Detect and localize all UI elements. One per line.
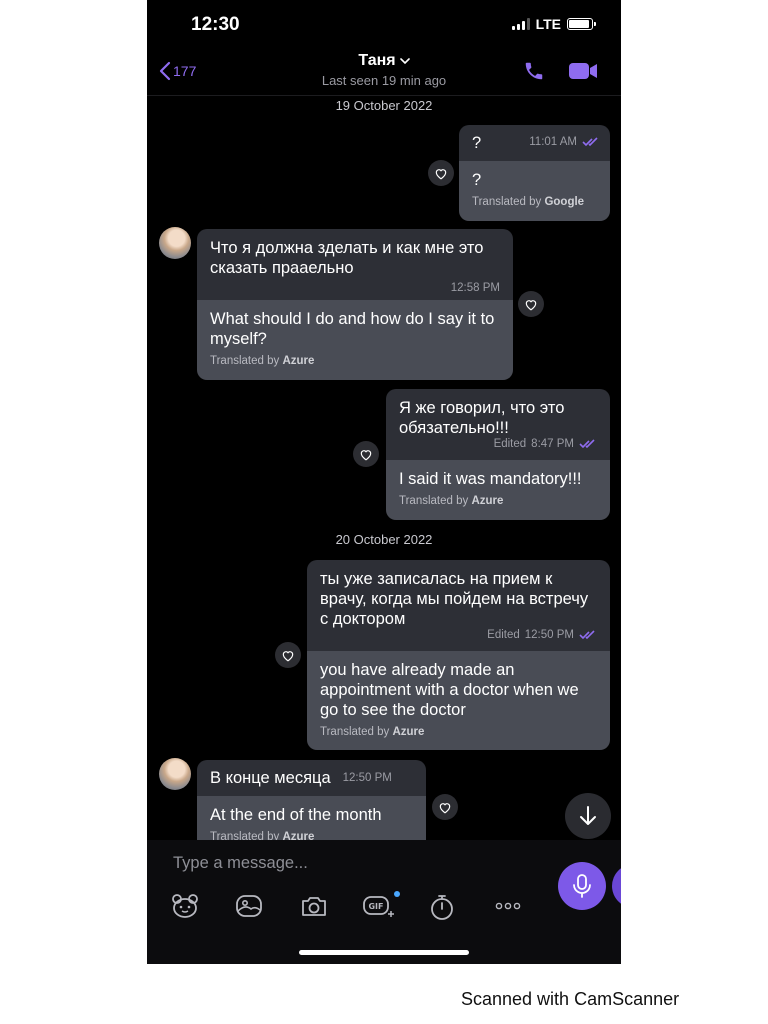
gallery-icon bbox=[236, 895, 262, 917]
heart-icon bbox=[360, 449, 372, 460]
message-time: 8:47 PM bbox=[531, 438, 574, 450]
message-original: ты уже записалась на прием к врачу, когд… bbox=[307, 560, 610, 651]
edited-label: Edited bbox=[493, 438, 527, 450]
last-seen: Last seen 19 min ago bbox=[321, 73, 447, 88]
video-camera-icon bbox=[569, 63, 597, 79]
message-time: 12:50 PM bbox=[342, 772, 392, 784]
scroll-to-bottom-button[interactable] bbox=[565, 793, 611, 839]
message-bubble-incoming[interactable]: В конце месяца 12:50 PM At the end of th… bbox=[197, 760, 426, 840]
like-button[interactable] bbox=[353, 441, 379, 467]
like-button[interactable] bbox=[432, 794, 458, 820]
avatar[interactable] bbox=[159, 758, 191, 790]
voice-message-button[interactable] bbox=[558, 862, 606, 910]
battery-icon bbox=[567, 18, 596, 30]
translated-by: Translated by Azure bbox=[210, 355, 315, 367]
message-time: 12:50 PM bbox=[524, 629, 574, 641]
heart-icon bbox=[525, 299, 537, 310]
message-meta: 11:01 AM bbox=[529, 136, 600, 148]
sticker-icon bbox=[172, 894, 198, 918]
read-ticks-icon bbox=[582, 137, 598, 147]
more-icon bbox=[495, 902, 521, 910]
header-divider bbox=[147, 95, 621, 96]
signal-icon bbox=[511, 18, 530, 30]
message-meta: Edited 8:47 PM bbox=[399, 438, 597, 450]
edited-label: Edited bbox=[487, 629, 520, 641]
message-original: Я же говорил, что это обязательно!!! Edi… bbox=[386, 389, 610, 460]
like-button[interactable] bbox=[518, 291, 544, 317]
phone-icon bbox=[525, 62, 543, 80]
camera-icon bbox=[302, 897, 326, 916]
message-text: В конце месяца bbox=[210, 769, 331, 787]
phone-screen: 12:30 LTE 177 Таня Last seen 19 min ago … bbox=[147, 0, 621, 964]
translated-by: Translated by Azure bbox=[399, 495, 504, 507]
more-button[interactable] bbox=[495, 898, 521, 916]
home-indicator bbox=[299, 950, 469, 955]
camera-button[interactable] bbox=[300, 893, 328, 924]
message-text: ? bbox=[472, 134, 482, 152]
chevron-down-icon bbox=[399, 58, 410, 65]
message-bubble-outgoing[interactable]: Я же говорил, что это обязательно!!! Edi… bbox=[386, 389, 610, 520]
read-ticks-icon bbox=[579, 439, 595, 449]
read-ticks-icon bbox=[579, 630, 595, 640]
secondary-action-button[interactable] bbox=[612, 864, 621, 908]
translated-by: Translated by Azure bbox=[320, 726, 425, 738]
message-time: 11:01 AM bbox=[529, 136, 577, 148]
video-call-button[interactable] bbox=[568, 61, 598, 86]
heart-icon bbox=[435, 168, 447, 179]
microphone-icon bbox=[573, 874, 591, 898]
timer-icon bbox=[431, 895, 453, 920]
translation-text: What should I do and how do I say it to … bbox=[210, 310, 495, 348]
translation-text: I said it was mandatory!!! bbox=[399, 470, 582, 488]
message-text: Я же говорил, что это обязательно!!! bbox=[399, 399, 565, 437]
like-button[interactable] bbox=[428, 160, 454, 186]
translation-text: At the end of the month bbox=[210, 806, 382, 824]
gif-button[interactable]: GIF bbox=[362, 893, 394, 924]
heart-icon bbox=[439, 802, 451, 813]
scanner-watermark: Scanned with CamScanner bbox=[461, 989, 680, 1009]
message-original: ? 11:01 AM bbox=[459, 125, 610, 161]
status-indicators: LTE bbox=[511, 16, 596, 32]
translation-text: ? bbox=[472, 171, 482, 189]
gif-icon: GIF bbox=[363, 896, 394, 917]
like-button[interactable] bbox=[275, 642, 301, 668]
svg-text:GIF: GIF bbox=[368, 902, 383, 911]
message-bubble-outgoing[interactable]: ты уже записалась на прием к врачу, когд… bbox=[307, 560, 610, 750]
message-bubble-outgoing[interactable]: ? 11:01 AM ? Translated by Google bbox=[459, 125, 610, 221]
message-text: Что я должна зделать и как мне это сказа… bbox=[210, 239, 484, 277]
message-input[interactable]: Type a message... bbox=[173, 854, 308, 873]
date-separator: 19 October 2022 bbox=[335, 98, 433, 113]
heart-icon bbox=[282, 650, 294, 661]
network-label: LTE bbox=[535, 16, 561, 32]
translated-by: Translated by Azure bbox=[210, 831, 315, 840]
contact-name: Таня bbox=[358, 52, 396, 69]
gallery-button[interactable] bbox=[235, 893, 263, 924]
avatar[interactable] bbox=[159, 227, 191, 259]
message-meta: 12:58 PM bbox=[210, 282, 500, 294]
message-translation: What should I do and how do I say it to … bbox=[197, 300, 513, 380]
message-composer: Type a message... GIF bbox=[147, 840, 621, 964]
timer-button[interactable] bbox=[429, 893, 455, 926]
new-indicator-dot bbox=[394, 891, 400, 897]
message-translation: At the end of the month Translated by Az… bbox=[197, 796, 426, 840]
date-separator: 20 October 2022 bbox=[335, 532, 433, 547]
message-original: Что я должна зделать и как мне это сказа… bbox=[197, 229, 513, 300]
message-translation: you have already made an appointment wit… bbox=[307, 651, 610, 750]
arrow-down-icon bbox=[580, 806, 596, 825]
contact-info[interactable]: Таня Last seen 19 min ago bbox=[147, 52, 621, 88]
contact-name-row[interactable]: Таня bbox=[358, 52, 410, 70]
message-original: В конце месяца 12:50 PM bbox=[197, 760, 426, 796]
translated-by: Translated by Google bbox=[472, 196, 585, 208]
message-meta: Edited 12:50 PM bbox=[320, 629, 597, 641]
message-time: 12:58 PM bbox=[450, 282, 500, 294]
sticker-button[interactable] bbox=[171, 893, 199, 924]
message-bubble-incoming[interactable]: Что я должна зделать и как мне это сказа… bbox=[197, 229, 513, 380]
message-translation: ? Translated by Google bbox=[459, 161, 610, 221]
message-translation: I said it was mandatory!!! Translated by… bbox=[386, 460, 610, 520]
translation-text: you have already made an appointment wit… bbox=[320, 661, 579, 719]
call-button[interactable] bbox=[523, 60, 545, 87]
status-time: 12:30 bbox=[191, 14, 240, 35]
message-text: ты уже записалась на прием к врачу, когд… bbox=[320, 570, 589, 628]
